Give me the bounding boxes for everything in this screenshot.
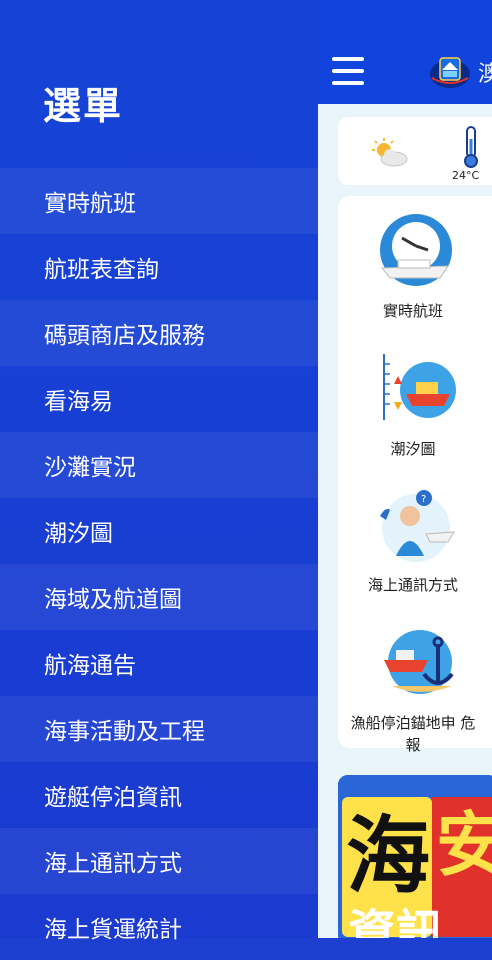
tile-label-continued: 報: [405, 736, 421, 754]
app-header: 澳: [318, 0, 492, 104]
thermometer-icon: [464, 126, 478, 168]
promo-banner[interactable]: 海 安 資訊: [338, 775, 492, 938]
tile-tide-chart[interactable]: 潮汐圖: [338, 350, 492, 470]
menu-item-cargo-statistics[interactable]: 海上貨運統計: [0, 894, 318, 960]
menu-item-ferry-timetable[interactable]: 航班表查詢: [0, 234, 318, 300]
menu-item-beach-status[interactable]: 沙灘實況: [0, 432, 318, 498]
feature-menu-card: 實時航班 潮汐圖 ? 海上通訊方式 漁船停泊錨地申 危 報: [338, 196, 492, 754]
svg-text:?: ?: [421, 494, 426, 505]
tile-label: 海上通訊方式: [367, 576, 458, 594]
partly-cloudy-icon: [372, 138, 408, 167]
tide-chart-icon: [383, 354, 456, 420]
menu-item-marine-works[interactable]: 海事活動及工程: [0, 696, 318, 762]
menu-item-tide-chart[interactable]: 潮汐圖: [0, 498, 318, 564]
marine-department-logo-icon: [430, 57, 470, 88]
menu-item-waters-map[interactable]: 海域及航道圖: [0, 564, 318, 630]
navigation-drawer: 選單 實時航班 航班表查詢 碼頭商店及服務 看海易 沙灘實況 潮汐圖 海域及航道…: [0, 0, 318, 943]
tile-label: 潮汐圖: [390, 440, 436, 458]
tile-label: 漁船停泊錨地申 危: [350, 714, 476, 732]
menu-item-realtime-ferry[interactable]: 實時航班: [0, 168, 318, 234]
clock-ferry-icon: [380, 214, 452, 286]
menu-item-yacht-berthing[interactable]: 遊艇停泊資訊: [0, 762, 318, 828]
temperature-value: 24°C: [452, 169, 480, 182]
banner-text-main: 海: [346, 807, 431, 905]
app-screen: 澳 24°C 實時航班 潮汐圖 ? 海上通訊方式 漁船停泊錨地申 危 報 海 安…: [318, 0, 492, 938]
app-title: 澳: [478, 62, 492, 87]
menu-item-pier-shops[interactable]: 碼頭商店及服務: [0, 300, 318, 366]
anchor-boat-icon: [384, 630, 454, 694]
communication-icon: ?: [380, 490, 455, 562]
drawer-title: 選單: [43, 84, 124, 128]
banner-text-accent: 安: [436, 804, 492, 886]
weather-card[interactable]: 24°C: [338, 117, 492, 185]
tile-marine-communication[interactable]: ? 海上通訊方式: [338, 486, 492, 606]
drawer-menu: 實時航班 航班表查詢 碼頭商店及服務 看海易 沙灘實況 潮汐圖 海域及航道圖 航…: [0, 168, 318, 960]
menu-item-sea-view[interactable]: 看海易: [0, 366, 318, 432]
menu-item-marine-communication[interactable]: 海上通訊方式: [0, 828, 318, 894]
tile-fishing-vessel-anchorage[interactable]: 漁船停泊錨地申 危 報: [338, 624, 492, 754]
tile-realtime-ferry[interactable]: 實時航班: [338, 212, 492, 332]
banner-text-bottom: 資訊: [348, 905, 445, 938]
hamburger-menu-icon[interactable]: [332, 57, 364, 87]
tile-label: 實時航班: [382, 302, 443, 320]
menu-item-notices[interactable]: 航海通告: [0, 630, 318, 696]
